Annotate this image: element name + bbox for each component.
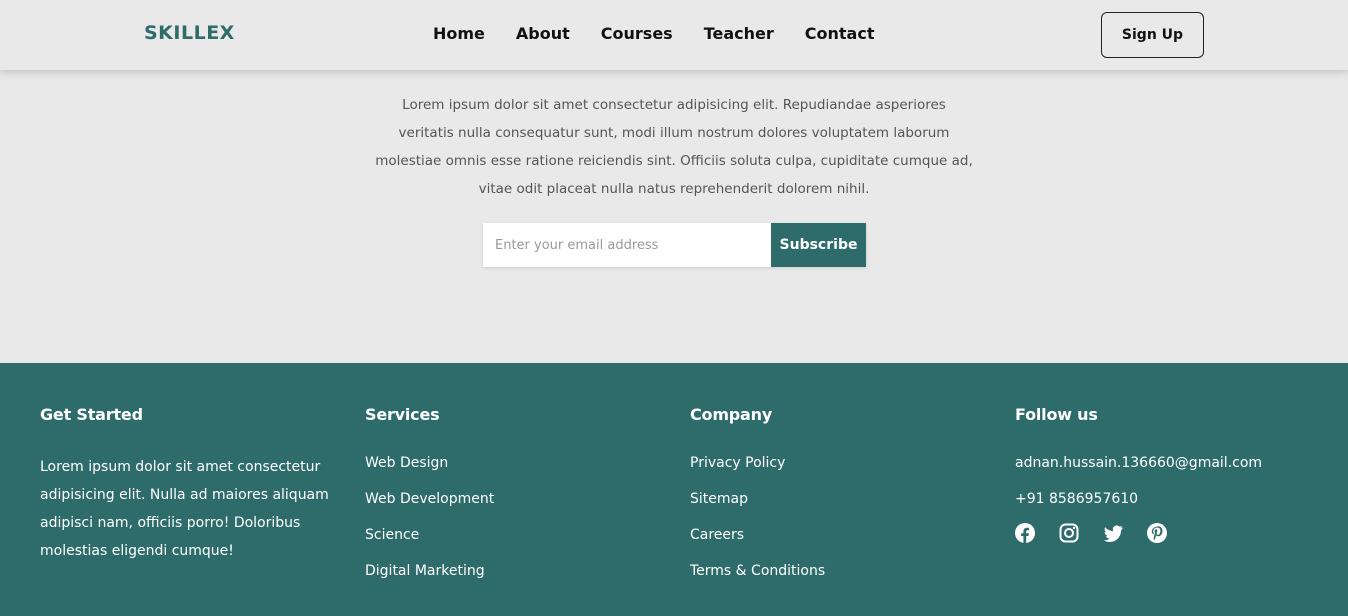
nav-link-teacher[interactable]: Teacher (704, 24, 774, 43)
footer-link-terms[interactable]: Terms & Conditions (690, 561, 825, 597)
twitter-icon[interactable] (1103, 523, 1123, 543)
nav-link-about[interactable]: About (516, 24, 570, 43)
social-links (1015, 523, 1262, 543)
navbar: SKILLEX Home About Courses Teacher Conta… (0, 0, 1348, 70)
email-input[interactable] (483, 223, 771, 267)
footer: Get Started Lorem ipsum dolor sit amet c… (0, 363, 1348, 616)
nav-links: Home About Courses Teacher Contact (433, 24, 905, 43)
nav-link-contact[interactable]: Contact (805, 24, 875, 43)
hero-description: Lorem ipsum dolor sit amet consectetur a… (375, 97, 973, 197)
nav-link-home[interactable]: Home (433, 24, 485, 43)
footer-follow-title: Follow us (1015, 405, 1098, 424)
footer-link-sitemap[interactable]: Sitemap (690, 489, 825, 525)
footer-link-digital-marketing[interactable]: Digital Marketing (365, 561, 494, 597)
footer-link-web-design[interactable]: Web Design (365, 453, 494, 489)
footer-link-privacy-policy[interactable]: Privacy Policy (690, 453, 825, 489)
nav-link-courses[interactable]: Courses (601, 24, 673, 43)
instagram-icon[interactable] (1059, 523, 1079, 543)
subscribe-button[interactable]: Subscribe (771, 223, 866, 267)
footer-email-link[interactable]: adnan.hussain.136660@gmail.com (1015, 453, 1262, 489)
footer-services-title: Services (365, 405, 440, 424)
subscribe-form: Subscribe (483, 223, 866, 267)
logo[interactable]: SKILLEX (144, 22, 235, 44)
footer-link-web-development[interactable]: Web Development (365, 489, 494, 525)
footer-col-follow: Follow us adnan.hussain.136660@gmail.com… (1015, 405, 1262, 543)
pinterest-icon[interactable] (1147, 523, 1167, 543)
footer-get-started-title: Get Started (40, 405, 143, 424)
footer-col-company: Company Privacy Policy Sitemap Careers T… (690, 405, 825, 597)
facebook-icon[interactable] (1015, 523, 1035, 543)
footer-link-careers[interactable]: Careers (690, 525, 825, 561)
footer-get-started-text: Lorem ipsum dolor sit amet consectetur a… (40, 459, 329, 559)
signup-button[interactable]: Sign Up (1101, 12, 1204, 58)
footer-col-services: Services Web Design Web Development Scie… (365, 405, 494, 597)
footer-col-get-started: Get Started Lorem ipsum dolor sit amet c… (40, 405, 340, 565)
footer-company-title: Company (690, 405, 773, 424)
footer-link-science[interactable]: Science (365, 525, 494, 561)
footer-phone-link[interactable]: +91 8586957610 (1015, 489, 1262, 525)
